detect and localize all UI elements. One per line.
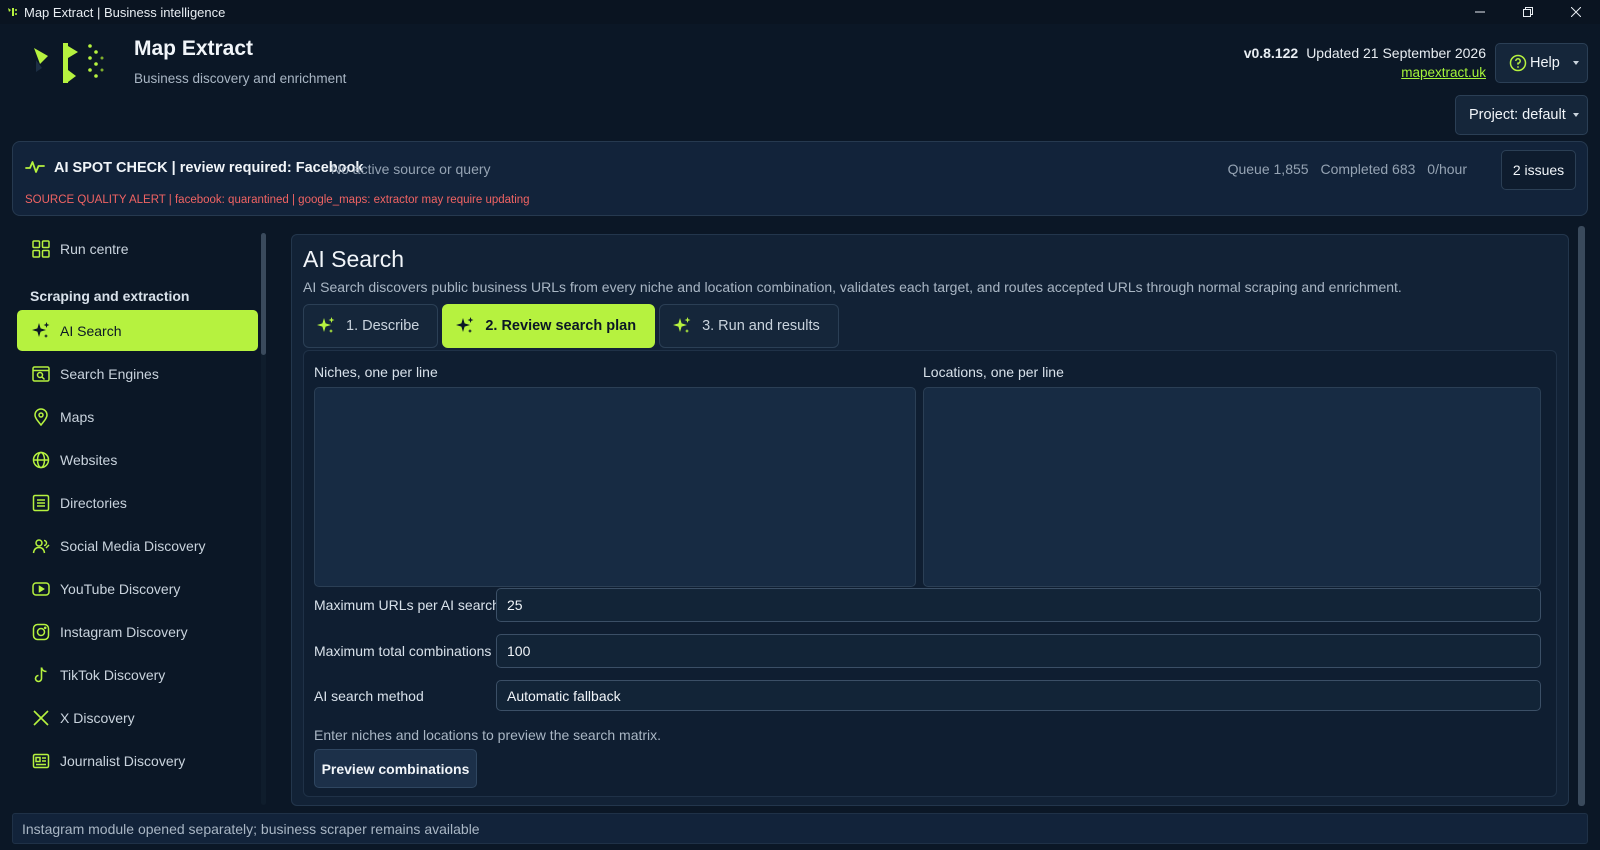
- chevron-down-icon: [1573, 61, 1579, 65]
- project-selector[interactable]: Project: default: [1455, 95, 1588, 135]
- sparkle-icon: [455, 316, 475, 336]
- search-method-select[interactable]: Automatic fallback: [496, 680, 1541, 711]
- map-pin-icon: [31, 407, 51, 427]
- max-combinations-input[interactable]: 100: [496, 634, 1541, 668]
- source-quality-alert: SOURCE QUALITY ALERT | facebook: quarant…: [25, 194, 530, 206]
- sidebar-item-websites[interactable]: Websites: [17, 439, 258, 480]
- niches-textarea[interactable]: [314, 387, 916, 587]
- sidebar-item-label: Journalist Discovery: [60, 752, 186, 769]
- globe-icon: [31, 450, 51, 470]
- restore-button[interactable]: [1504, 0, 1552, 24]
- sidebar-item-youtube-discovery[interactable]: YouTube Discovery: [17, 568, 258, 609]
- search-plan-form: Niches, one per line Locations, one per …: [303, 350, 1557, 797]
- sidebar-item-search-engines[interactable]: Search Engines: [17, 353, 258, 394]
- search-engine-icon: [31, 364, 51, 384]
- sparkle-icon: [31, 321, 51, 341]
- newspaper-icon: [31, 751, 51, 771]
- queue-count: Queue 1,855: [1227, 161, 1309, 177]
- sidebar-item-label: Social Media Discovery: [60, 537, 206, 554]
- window-titlebar: Map Extract | Business intelligence: [0, 0, 1600, 24]
- step-tabs: 1. Describe 2. Review search plan 3. Run…: [303, 304, 843, 348]
- sidebar-item-label: AI Search: [60, 322, 122, 339]
- app-icon: [6, 6, 18, 18]
- max-combinations-label: Maximum total combinations: [314, 643, 492, 659]
- sidebar-section-heading: Scraping and extraction: [30, 288, 190, 304]
- search-method-label: AI search method: [314, 688, 424, 704]
- minimize-button[interactable]: [1456, 0, 1504, 24]
- sidebar-item-x-discovery[interactable]: X Discovery: [17, 697, 258, 738]
- sidebar-item-ai-search[interactable]: AI Search: [17, 310, 258, 351]
- tab-label: 1. Describe: [346, 318, 420, 334]
- instagram-icon: [31, 622, 51, 642]
- app-logo: [32, 38, 108, 88]
- alert-subtitle: No active source or query: [331, 161, 491, 177]
- sparkle-icon: [316, 316, 336, 336]
- sidebar-item-label: Run centre: [60, 240, 129, 257]
- sidebar-item-label: Maps: [60, 408, 95, 425]
- status-bar: Instagram module opened separately; busi…: [12, 813, 1588, 844]
- page-description: AI Search discovers public business URLs…: [303, 279, 1402, 295]
- sidebar-item-label: X Discovery: [60, 709, 135, 726]
- alert-bar: AI SPOT CHECK | review required: Faceboo…: [12, 141, 1588, 216]
- sidebar: Run centre Scraping and extraction AI Se…: [12, 227, 270, 805]
- close-icon: [1571, 7, 1581, 17]
- sidebar-item-run-centre[interactable]: Run centre: [17, 228, 258, 269]
- tab-describe[interactable]: 1. Describe: [303, 304, 439, 348]
- people-icon: [31, 536, 51, 556]
- help-button[interactable]: Help: [1495, 43, 1588, 83]
- window-title: Map Extract | Business intelligence: [24, 4, 226, 20]
- app-name: Map Extract: [134, 37, 254, 60]
- sidebar-item-label: Instagram Discovery: [60, 623, 188, 640]
- youtube-icon: [31, 579, 51, 599]
- tab-run-and-results[interactable]: 3. Run and results: [659, 304, 839, 348]
- sidebar-item-label: Websites: [60, 451, 118, 468]
- sidebar-item-label: TikTok Discovery: [60, 666, 166, 683]
- sidebar-item-journalist-discovery[interactable]: Journalist Discovery: [17, 740, 258, 781]
- queue-stats: Queue 1,855 Completed 683 0/hour: [1220, 161, 1467, 177]
- chevron-down-icon: [1573, 113, 1579, 117]
- preview-combinations-button[interactable]: Preview combinations: [314, 749, 477, 788]
- project-label: Project: default: [1469, 107, 1566, 123]
- main-scrollbar[interactable]: [1578, 226, 1585, 806]
- alert-title: AI SPOT CHECK | review required: Faceboo…: [54, 160, 364, 176]
- rate-per-hour: 0/hour: [1427, 161, 1467, 177]
- x-icon: [31, 708, 51, 728]
- max-urls-label: Maximum URLs per AI search: [314, 597, 500, 613]
- sparkle-icon: [672, 316, 692, 336]
- completed-count: Completed 683: [1320, 161, 1416, 177]
- max-urls-input[interactable]: 25: [496, 588, 1541, 622]
- niches-label: Niches, one per line: [314, 364, 438, 380]
- main-panel: AI Search AI Search discovers public bus…: [291, 234, 1569, 806]
- sidebar-item-tiktok-discovery[interactable]: TikTok Discovery: [17, 654, 258, 695]
- locations-textarea[interactable]: [923, 387, 1541, 587]
- issues-button[interactable]: 2 issues: [1501, 150, 1576, 190]
- version-block: v0.8.122 Updated 21 September 2026 mapext…: [1244, 45, 1486, 82]
- sidebar-item-label: YouTube Discovery: [60, 580, 181, 597]
- directory-icon: [31, 493, 51, 513]
- sidebar-item-label: Directories: [60, 494, 127, 511]
- tab-review-search-plan[interactable]: 2. Review search plan: [442, 304, 656, 348]
- help-circle-icon: [1509, 54, 1527, 72]
- sidebar-item-social-media-discovery[interactable]: Social Media Discovery: [17, 525, 258, 566]
- sidebar-item-directories[interactable]: Directories: [17, 482, 258, 523]
- activity-pulse-icon: [25, 159, 45, 175]
- close-button[interactable]: [1552, 0, 1600, 24]
- website-link[interactable]: mapextract.uk: [1401, 65, 1486, 80]
- tab-label: 3. Run and results: [702, 318, 820, 334]
- sidebar-item-label: Search Engines: [60, 365, 159, 382]
- app-tagline: Business discovery and enrichment: [134, 71, 347, 86]
- tiktok-icon: [31, 665, 51, 685]
- restore-icon: [1523, 7, 1533, 17]
- sidebar-item-instagram-discovery[interactable]: Instagram Discovery: [17, 611, 258, 652]
- page-title: AI Search: [303, 246, 404, 272]
- updated-label: Updated 21 September 2026: [1306, 45, 1486, 61]
- minimize-icon: [1475, 11, 1485, 13]
- help-label: Help: [1530, 55, 1560, 71]
- version-label: v0.8.122: [1243, 45, 1299, 61]
- preview-hint: Enter niches and locations to preview th…: [314, 727, 662, 743]
- tab-label: 2. Review search plan: [485, 318, 637, 334]
- sidebar-item-maps[interactable]: Maps: [17, 396, 258, 437]
- grid-icon: [31, 239, 51, 259]
- locations-label: Locations, one per line: [923, 364, 1064, 380]
